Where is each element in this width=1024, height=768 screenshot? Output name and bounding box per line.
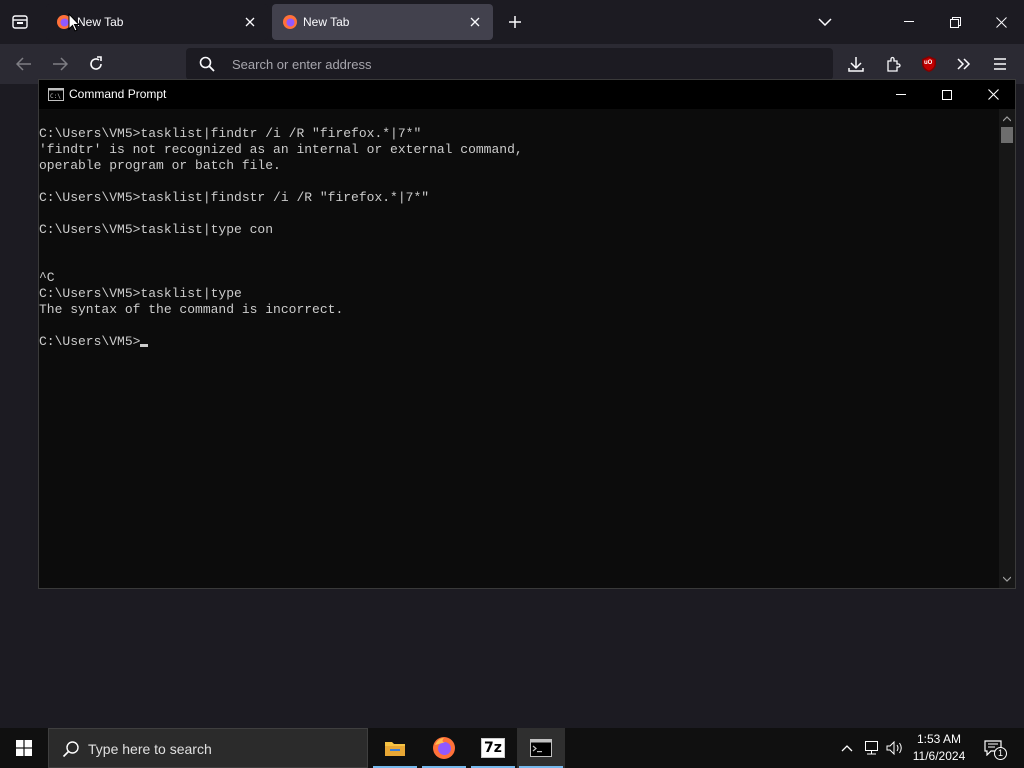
console-text: C:\Users\VM5>tasklist|findtr /i /R "fire…: [39, 126, 523, 350]
address-bar[interactable]: Search or enter address: [186, 48, 833, 80]
reload-icon[interactable]: [84, 52, 108, 76]
back-arrow-icon[interactable]: [12, 52, 36, 76]
text-cursor: [140, 344, 149, 347]
volume-icon[interactable]: [884, 728, 906, 768]
taskbar-command-prompt[interactable]: [517, 728, 565, 768]
close-tab-icon[interactable]: [465, 12, 485, 32]
firefox-view-icon[interactable]: [6, 10, 34, 34]
cmd-window-title: Command Prompt: [69, 87, 167, 101]
tab-new-tab-2[interactable]: New Tab: [272, 4, 493, 40]
forward-arrow-icon[interactable]: [48, 52, 72, 76]
extensions-icon[interactable]: [881, 52, 905, 76]
cmd-app-icon: C:\: [48, 88, 64, 101]
restore-icon[interactable]: [932, 0, 978, 44]
taskbar-firefox[interactable]: [420, 728, 468, 768]
7zip-label: 7z: [484, 740, 502, 756]
cmd-title-bar[interactable]: C:\ Command Prompt: [39, 80, 1015, 109]
console-output-area[interactable]: C:\Users\VM5>tasklist|findtr /i /R "fire…: [39, 109, 999, 588]
tab-label: New Tab: [303, 15, 350, 29]
cmd-maximize-icon[interactable]: [924, 80, 970, 109]
new-tab-plus-icon[interactable]: [503, 10, 527, 34]
ublock-origin-icon[interactable]: uO: [917, 52, 941, 76]
console-line: C:\Users\VM5>tasklist|findtr /i /R "fire…: [39, 126, 422, 141]
svg-text:C:\: C:\: [50, 93, 61, 100]
notification-center-icon[interactable]: 1: [978, 728, 1008, 768]
cmd-scrollbar[interactable]: [999, 109, 1015, 588]
tab-label: New Tab: [77, 15, 124, 29]
scroll-down-arrow-icon[interactable]: [1003, 575, 1011, 583]
command-prompt-icon: [530, 739, 552, 757]
console-line: C:\Users\VM5>tasklist|findstr /i /R "fir…: [39, 190, 430, 205]
clock-date: 11/6/2024: [912, 749, 966, 763]
download-icon[interactable]: [844, 52, 868, 76]
mouse-cursor-icon: [68, 13, 80, 32]
overflow-chevrons-icon[interactable]: [952, 52, 976, 76]
cmd-minimize-icon[interactable]: [878, 80, 924, 109]
start-windows-icon[interactable]: [0, 728, 48, 768]
console-line: ^C: [39, 270, 55, 285]
console-line: The syntax of the command is incorrect.: [39, 302, 344, 317]
console-line: C:\Users\VM5>tasklist|type con: [39, 222, 274, 237]
folder-icon: [385, 742, 405, 756]
command-prompt-window[interactable]: C:\ Command Prompt C:\Users\VM5>tasklist…: [38, 79, 1016, 589]
console-prompt: C:\Users\VM5>: [39, 334, 141, 349]
clock-time: 1:53 AM: [916, 732, 962, 746]
firefox-favicon-icon: [283, 15, 297, 29]
hamburger-menu-icon[interactable]: [988, 52, 1012, 76]
scroll-up-arrow-icon[interactable]: [1003, 115, 1011, 123]
search-icon: [62, 741, 79, 758]
notification-count-badge: 1: [994, 747, 1007, 760]
close-window-icon[interactable]: [978, 0, 1024, 44]
minimize-icon[interactable]: [886, 0, 932, 44]
taskbar-clock[interactable]: 1:53 AM 11/6/2024: [908, 731, 970, 765]
console-line: 'findtr' is not recognized as an interna…: [39, 142, 523, 157]
cmd-close-icon[interactable]: [970, 80, 1016, 109]
console-line: operable program or batch file.: [39, 158, 281, 173]
list-all-tabs-chevron-icon[interactable]: [813, 10, 837, 34]
taskbar-7zip[interactable]: 7z: [469, 728, 517, 768]
windows-taskbar: Type here to search 7z 1:53 AM 11/6/2024…: [0, 728, 1024, 768]
taskbar-file-explorer[interactable]: [371, 728, 419, 768]
network-icon[interactable]: [861, 728, 881, 768]
show-hidden-icons-chevron-icon[interactable]: [838, 728, 856, 768]
search-icon: [199, 56, 215, 72]
firefox-icon: [433, 737, 455, 759]
console-line: C:\Users\VM5>tasklist|type: [39, 286, 242, 301]
taskbar-search-placeholder: Type here to search: [88, 741, 212, 757]
tab-bar: New Tab New Tab: [0, 0, 1024, 44]
address-placeholder: Search or enter address: [232, 57, 372, 72]
close-tab-icon[interactable]: [240, 12, 260, 32]
taskbar-search-box[interactable]: Type here to search: [48, 728, 368, 768]
ublock-badge: uO: [924, 60, 933, 66]
scrollbar-thumb[interactable]: [1001, 127, 1013, 143]
